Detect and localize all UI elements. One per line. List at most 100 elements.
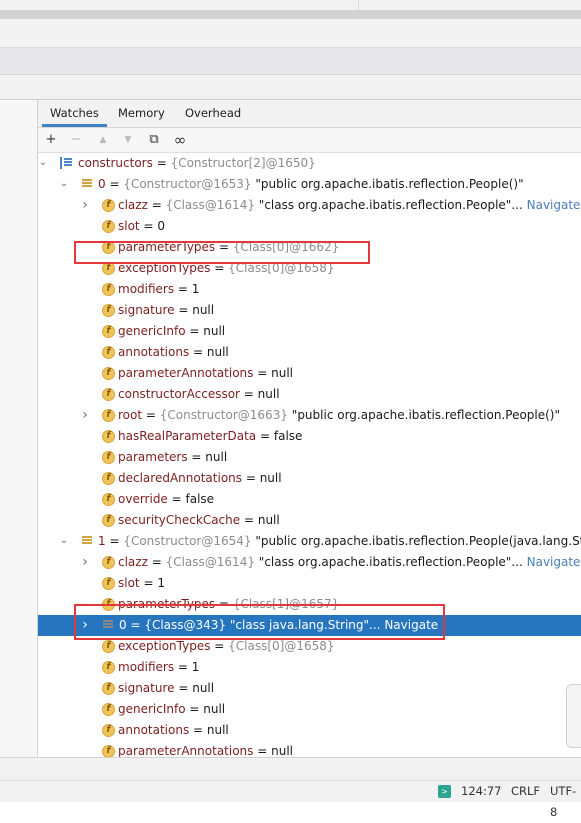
variable-name: annotations [118,723,190,737]
line-ending[interactable]: CRLF [511,781,540,802]
tree-row-text: hasRealParameterData = false [118,426,302,447]
terminal-icon[interactable]: > [438,785,451,798]
field-icon: f [102,661,115,674]
variable-value: "public org.apache.ibatis.reflection.Peo… [255,534,581,548]
tree-row[interactable]: f annotations = null [38,342,581,363]
variable-value: null [257,513,280,527]
navigate-link[interactable]: Navigate [527,555,581,569]
tree-row[interactable]: f parameterAnnotations = null [38,741,581,757]
tree-row[interactable]: › f clazz = {Class@1614} "class org.apache… [38,195,581,216]
field-icon: f [102,472,115,485]
tree-row[interactable]: › f clazz = {Class@1614} "class org.apache… [38,552,581,573]
equals-sign: = [174,303,193,317]
copy-icon[interactable]: ⧉ [145,131,163,149]
tree-row[interactable]: f constructorAccessor = null [38,384,581,405]
tree-row-text: parameterAnnotations = null [118,363,293,384]
top-divider [358,0,359,10]
tree-row[interactable]: f hasRealParameterData = false [38,426,581,447]
tree-row[interactable]: f declaredAnnotations = null [38,468,581,489]
tree-row[interactable]: f override = false [38,489,581,510]
equals-sign: = [185,702,204,716]
field-icon: f [102,640,115,653]
chevron-right-icon[interactable]: › [80,407,90,423]
equals-sign: = [189,723,207,737]
glasses-icon[interactable]: ∞ [171,131,189,149]
tree-row-text: securityCheckCache = null [118,510,280,531]
equals-sign: = [174,660,192,674]
arrow-up-icon[interactable]: ▲ [94,131,112,149]
tree-row[interactable]: ⌄ 1 = {Constructor@1654} "public org.apac… [38,531,581,552]
tree-row[interactable]: f slot = 0 [38,216,581,237]
variable-value: "class org.apache.ibatis.reflection.Peop… [258,198,523,212]
cursor-position[interactable]: 124:77 [461,781,501,802]
variable-value: 0 [157,219,165,233]
arrow-down-icon[interactable]: ▼ [119,131,137,149]
field-icon: f [102,703,115,716]
tab-overhead[interactable]: Overhead [181,100,245,127]
tree-row[interactable]: f slot = 1 [38,573,581,594]
field-icon: f [102,682,115,695]
variable-value: false [273,429,303,443]
tree-row[interactable]: f signature = null [38,300,581,321]
tree-row[interactable]: ⌄ constructors = {Constructor[2]@1650} [38,153,581,174]
minus-icon[interactable]: − [67,131,85,149]
tab-memory[interactable]: Memory [114,100,169,127]
tree-row[interactable]: f signature = null [38,678,581,699]
equals-sign: = [253,366,272,380]
tree-row-text: 0 = {Constructor@1653} "public org.apach… [98,174,524,195]
tree-row[interactable]: f annotations = null [38,720,581,741]
variable-value: null [203,324,226,338]
field-icon: f [102,346,115,359]
tree-row[interactable]: ⌄ 0 = {Constructor@1653} "public org.apac… [38,174,581,195]
chevron-down-icon[interactable]: ⌄ [59,176,69,192]
equals-sign: = [142,408,160,422]
tree-row-text: annotations = null [118,342,229,363]
equals-sign: = [147,198,166,212]
variable-name: clazz [118,198,148,212]
variable-name: constructorAccessor [118,387,240,401]
variable-value: 1 [191,282,200,296]
tree-row-text: slot = 1 [118,573,165,594]
tree-row[interactable]: f modifiers = 1 [38,657,581,678]
variable-name: modifiers [118,282,175,296]
variable-name: signature [118,303,175,317]
equals-sign: = [139,219,158,233]
side-popup[interactable] [566,684,581,748]
tree-row-text: clazz = {Class@1614} "class org.apache.i… [118,195,580,216]
equals-sign: = [139,576,158,590]
tree-row[interactable]: f genericInfo = null [38,321,581,342]
variable-name: genericInfo [118,702,186,716]
tree-row[interactable]: › f root = {Constructor@1663} "public org.… [38,405,581,426]
tree-row[interactable]: f genericInfo = null [38,699,581,720]
variable-value: null [206,345,229,359]
watches-toolbar: + − ▲ ▼ ⧉ ∞ [38,128,581,153]
tree-row-text: parameterAnnotations = null [118,741,293,757]
tree-row[interactable]: f parameters = null [38,447,581,468]
tree-row-text: slot = 0 [118,216,165,237]
chevron-down-icon[interactable]: ⌄ [38,155,48,171]
chevron-right-icon[interactable]: › [80,197,90,213]
field-icon: f [102,493,115,506]
chevron-down-icon[interactable]: ⌄ [59,533,69,549]
equals-sign: = [239,387,258,401]
tree-row[interactable]: f securityCheckCache = null [38,510,581,531]
tree-row[interactable]: f modifiers = 1 [38,279,581,300]
object-reference: {Constructor@1654} [123,534,252,548]
equals-sign: = [185,324,204,338]
variable-value: null [206,723,229,737]
equals-sign: = [256,429,274,443]
chevron-right-icon[interactable]: › [80,554,90,570]
variable-name: parameterAnnotations [118,366,254,380]
tree-row-text: constructorAccessor = null [118,384,280,405]
object-reference: {Class@1614} [165,198,255,212]
tab-watches[interactable]: Watches [42,100,107,127]
plus-icon[interactable]: + [42,131,60,149]
navigate-link[interactable]: Navigate [527,198,581,212]
variable-value: null [271,366,293,380]
equals-sign: = [152,156,171,170]
field-icon: f [102,577,115,590]
tree-row[interactable]: f parameterAnnotations = null [38,363,581,384]
variable-name: clazz [118,555,148,569]
file-encoding[interactable]: UTF-8 [550,781,581,819]
variable-name: 0 [98,177,106,191]
